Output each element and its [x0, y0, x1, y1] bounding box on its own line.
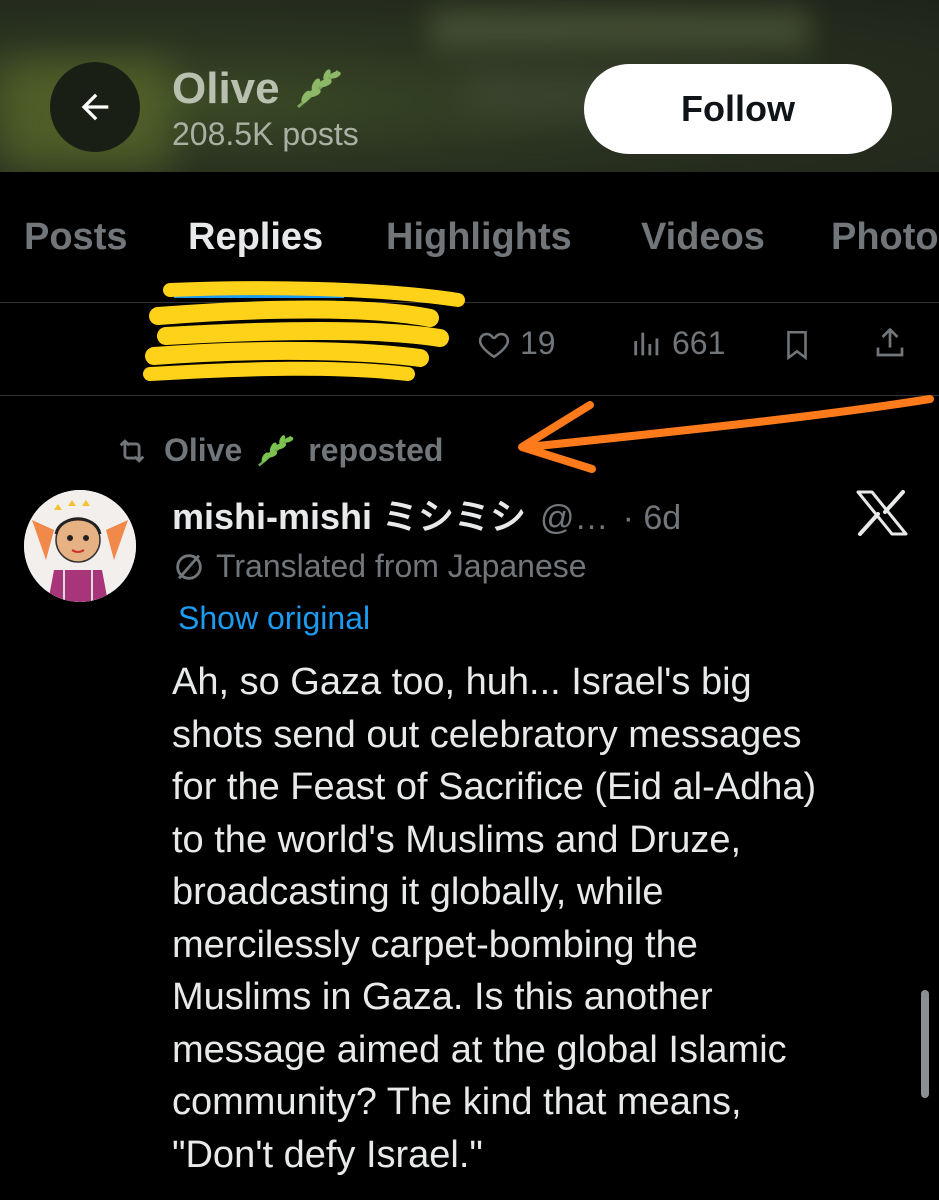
posts-count: 208.5K posts: [172, 116, 359, 152]
repost-name: Olive: [164, 432, 243, 468]
tab-videos[interactable]: Videos: [641, 216, 765, 259]
post-text: Ah, so Gaza too, huh... Israel's big sho…: [172, 661, 817, 1176]
back-button[interactable]: [50, 62, 140, 152]
herb-icon: [258, 434, 294, 466]
follow-button[interactable]: Follow: [584, 64, 892, 154]
child-drawing-avatar: [24, 490, 136, 602]
author-name[interactable]: mishi-mishi ミシミシ: [172, 488, 526, 540]
tab-photos[interactable]: Photo: [831, 216, 939, 259]
translated-label: Translated from Japanese: [216, 548, 587, 584]
like-button[interactable]: 19: [476, 325, 556, 362]
herb-icon: [296, 69, 341, 109]
views-count: 661: [672, 325, 726, 361]
avatar[interactable]: [24, 490, 136, 602]
share-icon: [876, 327, 904, 357]
tab-highlights[interactable]: Highlights: [386, 216, 572, 259]
repost-indicator[interactable]: Olive reposted: [112, 432, 443, 469]
bookmark-button[interactable]: [780, 327, 814, 363]
heart-icon: [478, 332, 510, 358]
views-icon: [634, 332, 659, 355]
scrollbar[interactable]: [921, 990, 929, 1098]
tab-posts[interactable]: Posts: [24, 216, 127, 259]
views-button[interactable]: 661: [630, 325, 725, 362]
post-time[interactable]: · 6d: [623, 499, 682, 538]
tab-replies[interactable]: Replies: [188, 216, 323, 259]
highlighter-scribble: [143, 281, 465, 381]
repost-suffix: reposted: [308, 432, 444, 468]
translated-notice: Translated from Japanese: [172, 548, 587, 585]
blurred-banner-text: [430, 10, 810, 50]
share-button[interactable]: [872, 325, 908, 361]
bookmark-icon: [787, 330, 807, 361]
show-original-link[interactable]: Show original: [178, 600, 370, 637]
x-logo-icon[interactable]: [856, 490, 908, 536]
repost-icon: [119, 438, 145, 463]
profile-name: Olive: [172, 64, 344, 114]
translate-icon: [176, 553, 202, 580]
author-handle[interactable]: @…: [540, 499, 609, 538]
like-count: 19: [520, 325, 556, 361]
arrow-left-icon: [81, 93, 109, 121]
annotation-arrow: [518, 395, 934, 473]
profile-header: Olive 208.5K posts Follow: [0, 0, 939, 172]
profile-name-text: Olive: [172, 64, 280, 113]
post-header: mishi-mishi ミシミシ @… · 6d: [172, 488, 681, 540]
